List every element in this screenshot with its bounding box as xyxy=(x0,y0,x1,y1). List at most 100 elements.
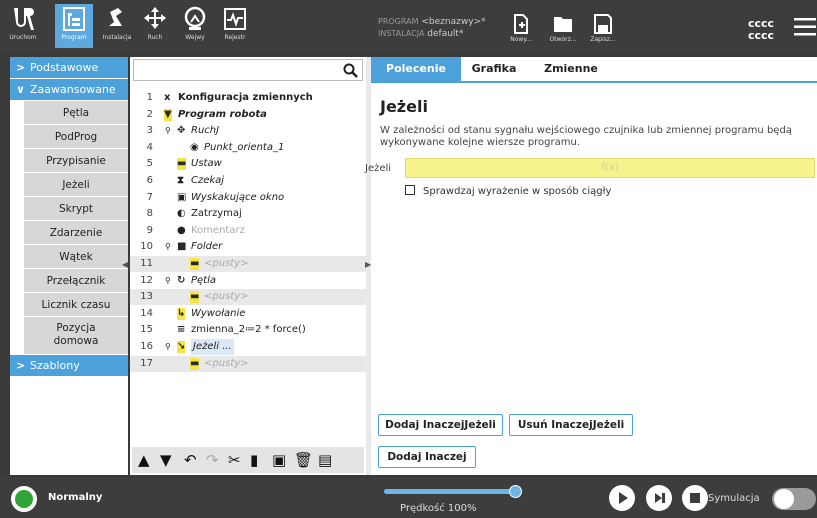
tree-row[interactable]: 10 ⚲ ■ Folder xyxy=(130,239,366,255)
tree-row[interactable]: 16 ⚲ ↘ Jeżeli ... xyxy=(130,339,366,355)
popup-icon: ▣ xyxy=(177,191,187,203)
stop-button[interactable] xyxy=(682,485,708,511)
sidebar-item-loop[interactable]: Pętla xyxy=(24,101,128,125)
if-label: Jeżeli xyxy=(365,163,392,174)
io-tab-label: Wejwy xyxy=(185,34,205,41)
run-tab[interactable]: Uruchom xyxy=(4,4,42,48)
io-tab[interactable]: Wejwy xyxy=(176,4,214,48)
new-button[interactable]: Nowy... xyxy=(505,14,537,43)
collapse-left-handle-icon[interactable]: ◀ xyxy=(122,260,128,269)
cut-icon[interactable]: ✂ xyxy=(228,451,241,469)
add-elseif-button[interactable]: Dodaj InaczejJeżeli xyxy=(378,414,503,436)
paste-icon[interactable]: ▣ xyxy=(272,451,286,469)
expression-input[interactable]: f(x) xyxy=(405,158,815,178)
chevron-right-icon: > xyxy=(16,61,26,74)
tree-row[interactable]: 8 ◐ Zatrzymaj xyxy=(130,206,366,222)
sidebar-item-subprogram[interactable]: PodProg xyxy=(24,125,128,149)
log-tab[interactable]: Rejestr xyxy=(216,4,254,48)
play-button[interactable] xyxy=(609,485,635,511)
new-file-icon xyxy=(514,14,528,34)
robot-status-text: Normalny xyxy=(48,492,103,503)
hamburger-menu-icon[interactable] xyxy=(794,18,816,36)
installation-key: INSTALACJA xyxy=(378,29,425,38)
sidebar-item-script[interactable]: Skrypt xyxy=(24,197,128,221)
simulation-toggle[interactable] xyxy=(772,488,816,510)
tree-row[interactable]: 7 ▣ Wyskakujące okno xyxy=(130,190,366,206)
tree-row[interactable]: 4 ◉ Punkt_orienta_1 xyxy=(130,140,366,156)
tree-row-label: <pusty> xyxy=(204,357,249,369)
sidebar-basic[interactable]: > Podstawowe xyxy=(10,57,128,79)
sidebar-basic-label: Podstawowe xyxy=(30,61,99,74)
tree-row-number: 12 xyxy=(140,274,153,286)
installation-tab[interactable]: Instalacja xyxy=(98,4,136,48)
tree-row[interactable]: 14 ↳ Wywołanie xyxy=(130,306,366,322)
move-down-icon[interactable]: ▼ xyxy=(160,451,172,469)
tree-row[interactable]: 15 ≡ zmienna_2≔2 * force() xyxy=(130,322,366,338)
move-tab[interactable]: Ruch xyxy=(136,4,174,48)
sidebar-item-event[interactable]: Zdarzenie xyxy=(24,221,128,245)
tree-row[interactable]: 5 ▬ Ustaw xyxy=(130,156,366,172)
save-button[interactable]: Zapisz... xyxy=(587,14,619,43)
tree-row[interactable]: 17 ▬ <pusty> xyxy=(130,355,366,372)
sidebar-item-timer[interactable]: Licznik czasu xyxy=(24,293,128,317)
speed-slider-handle[interactable] xyxy=(509,485,522,498)
expand-pin-icon[interactable]: ⚲ xyxy=(165,273,171,289)
program-tab[interactable]: Program xyxy=(55,4,93,48)
move-tab-label: Ruch xyxy=(147,34,163,41)
checkbox-label: Sprawdzaj wyrażenie w sposób ciągły xyxy=(423,186,612,197)
expand-pin-icon[interactable]: ⚲ xyxy=(165,339,171,355)
tree-row-number: 15 xyxy=(140,324,153,336)
checkbox[interactable] xyxy=(405,185,415,195)
empty-icon: ▬ xyxy=(190,357,200,370)
variables-icon: x xyxy=(164,92,171,103)
sidebar-item-assignment[interactable]: Przypisanie xyxy=(24,149,128,173)
sidebar-item-home[interactable]: Pozycja domowa xyxy=(24,317,128,355)
step-icon xyxy=(655,493,665,503)
open-button[interactable]: Otwórz... xyxy=(547,14,579,43)
add-else-button[interactable]: Dodaj Inaczej xyxy=(378,446,476,468)
tab-command[interactable]: Polecenie xyxy=(371,57,461,81)
expand-pin-icon[interactable]: ⚲ xyxy=(165,239,171,255)
tree-row-number: 5 xyxy=(146,158,153,170)
tree-row[interactable]: 13 ▬ <pusty> xyxy=(130,289,366,306)
tree-row[interactable]: 2 ▼ Program robota xyxy=(130,107,366,123)
sidebar-templates[interactable]: > Szablony xyxy=(10,355,128,377)
tree-row-number: 10 xyxy=(140,241,153,253)
panel-tabs: Polecenie Grafika Zmienne xyxy=(371,57,817,83)
undo-icon[interactable]: ↶ xyxy=(184,451,197,469)
tree-row[interactable]: 9 ● Komentarz xyxy=(130,223,366,239)
loop-icon: ↻ xyxy=(177,274,186,286)
tree-row-label: Zatrzymaj xyxy=(191,208,242,220)
delete-icon[interactable]: 🗑 xyxy=(294,451,313,469)
suppress-icon[interactable]: ▤ xyxy=(318,451,332,469)
sidebar-item-switch[interactable]: Przełącznik xyxy=(24,269,128,293)
empty-icon: ▬ xyxy=(190,258,200,270)
search-icon[interactable] xyxy=(343,63,358,78)
remove-elseif-button[interactable]: Usuń InaczejJeżeli xyxy=(509,414,633,436)
step-button[interactable] xyxy=(646,485,672,511)
move-up-icon[interactable]: ▲ xyxy=(138,451,150,469)
copy-icon[interactable]: ▮ xyxy=(250,451,258,469)
tab-variables[interactable]: Zmienne xyxy=(531,57,611,81)
assign-icon: ≡ xyxy=(177,324,186,336)
tab-graphics[interactable]: Grafika xyxy=(463,57,525,81)
tree-row[interactable]: 1 x Konfiguracja zmiennych xyxy=(130,90,366,106)
tree-row[interactable]: 3 ⚲ ✥ RuchJ xyxy=(130,123,366,139)
program-tree: 1 x Konfiguracja zmiennych 2 ▼ Program robota… xyxy=(130,57,366,475)
continuous-check-option[interactable]: Sprawdzaj wyrażenie w sposób ciągły xyxy=(405,185,611,197)
redo-icon[interactable]: ↷ xyxy=(206,451,219,469)
tree-row[interactable]: 6 ⧗ Czekaj xyxy=(130,173,366,189)
tree-row[interactable]: 11 ▬ <pusty> xyxy=(130,256,366,272)
speed-slider[interactable] xyxy=(384,485,522,498)
sidebar-item-thread[interactable]: Wątek xyxy=(24,245,128,269)
tree-row-label: Czekaj xyxy=(191,175,225,186)
installation-tab-label: Instalacja xyxy=(102,34,132,41)
tree-search-input[interactable] xyxy=(133,59,363,81)
robot-status-icon[interactable] xyxy=(11,486,37,512)
sidebar-advanced[interactable]: ∨ Zaawansowane xyxy=(10,79,128,101)
tree-row[interactable]: 12 ⚲ ↻ Pętla xyxy=(130,273,366,289)
tree-row-number: 3 xyxy=(146,125,153,137)
sidebar-item-if[interactable]: Jeżeli xyxy=(24,173,128,197)
expand-pin-icon[interactable]: ⚲ xyxy=(165,123,171,139)
tree-row-label: Wyskakujące okno xyxy=(191,191,285,203)
